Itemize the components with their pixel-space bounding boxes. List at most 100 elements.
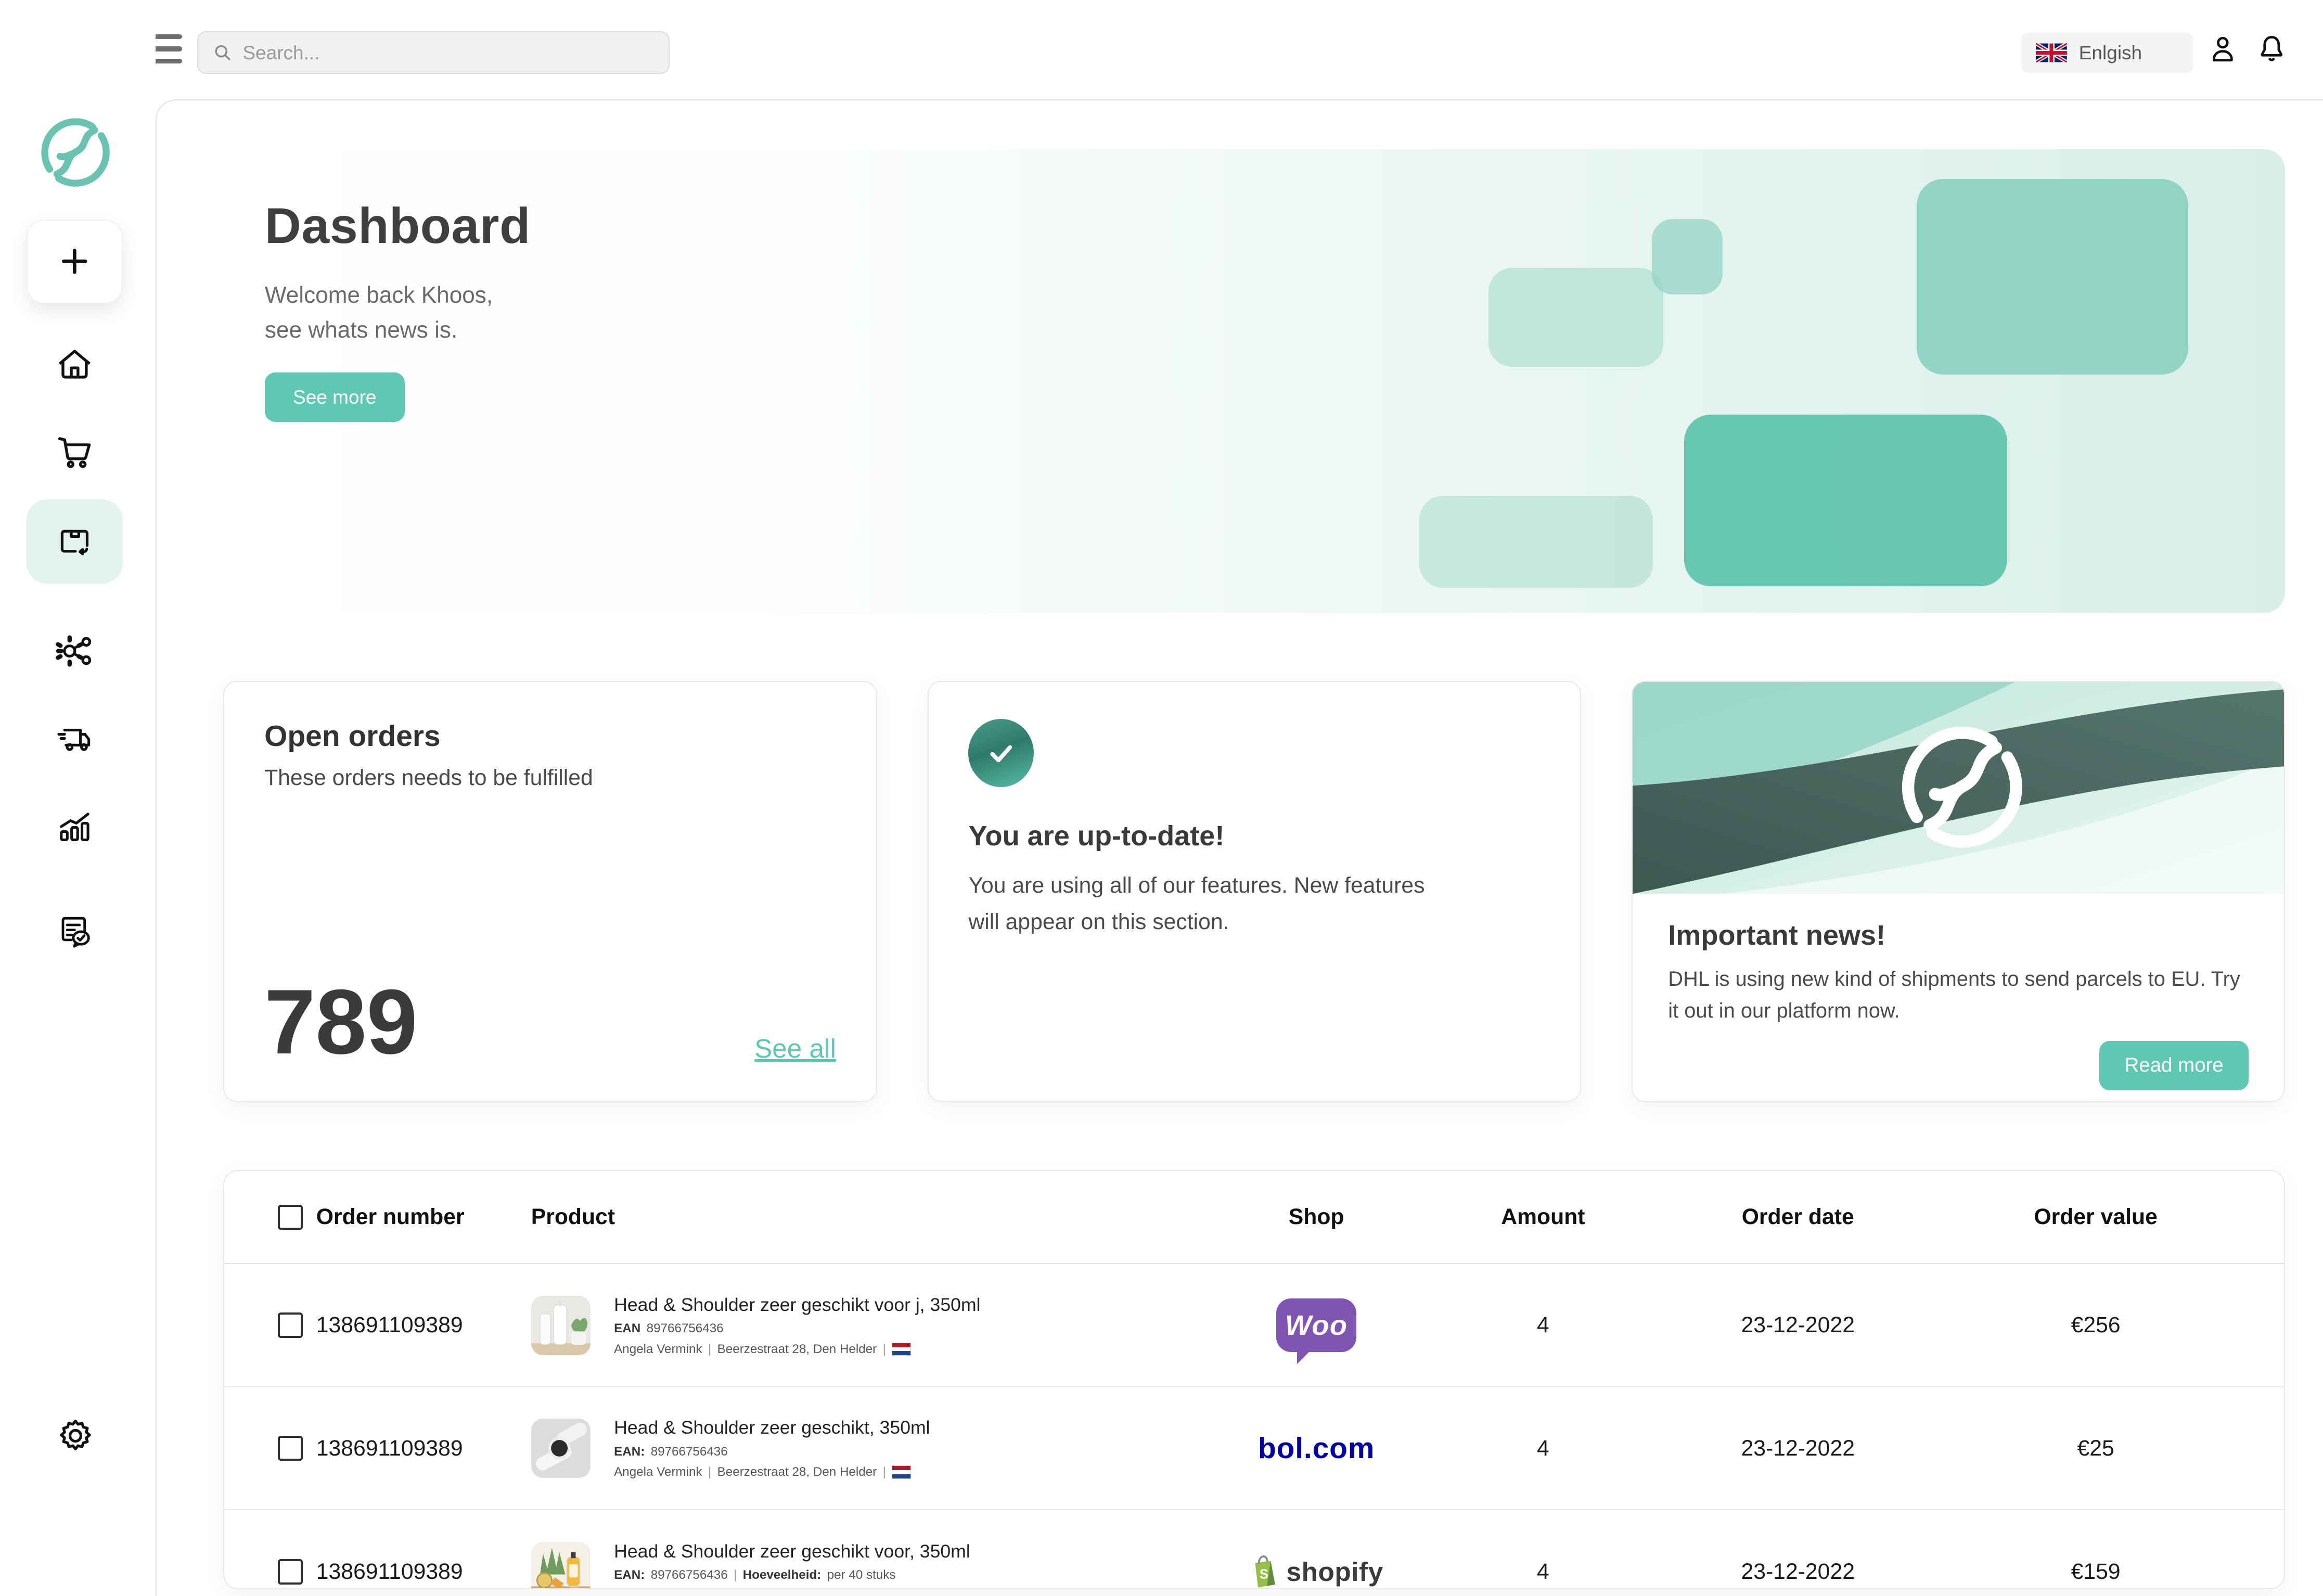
table-row[interactable]: 138691109389 Head & Shoulder zeer geschi…	[224, 1510, 2284, 1589]
package-return-icon	[55, 521, 95, 561]
product-title: Head & Shoulder zeer geschikt voor, 350m…	[614, 1541, 970, 1562]
summary-cards: Open orders These orders needs to be ful…	[223, 681, 2285, 1102]
customer-address: Beerzestraat 28, Den Helder	[717, 1342, 877, 1357]
cart-icon	[55, 433, 95, 473]
welcome-text-line1: Welcome back Khoos,	[265, 278, 2286, 313]
select-all-checkbox[interactable]	[278, 1205, 303, 1230]
see-all-link[interactable]: See all	[754, 1033, 836, 1064]
customer-name: Angela Vermink	[614, 1588, 702, 1589]
order-date: 23-12-2022	[1741, 1312, 1855, 1338]
brand-logo-icon[interactable]	[37, 114, 114, 191]
sidebar-item-reviews[interactable]	[27, 891, 123, 975]
nl-flag-icon	[892, 1343, 911, 1356]
customer-address: Beerzestraat 28, Den Helder	[717, 1465, 877, 1479]
shop-logo-woocommerce: Woo	[1198, 1298, 1435, 1352]
ean-value: 89766756436	[651, 1568, 728, 1582]
home-icon	[55, 345, 95, 385]
shopify-bag-icon: S	[1249, 1555, 1279, 1589]
settings-button[interactable]	[56, 1417, 95, 1455]
order-date: 23-12-2022	[1741, 1559, 1855, 1585]
ean-label: EAN:	[614, 1445, 645, 1459]
up-to-date-card: You are up-to-date! You are using all of…	[928, 681, 1582, 1102]
customer-address: Beerzestraat 28, Den Helder	[717, 1588, 877, 1589]
open-orders-title: Open orders	[264, 719, 836, 753]
quantity-value: per 40 stuks	[827, 1568, 896, 1582]
news-body: DHL is using new kind of shipments to se…	[1668, 963, 2249, 1028]
bar-chart-icon	[55, 807, 95, 847]
shop-logo-shopify: S shopify	[1198, 1555, 1435, 1589]
sidebar	[0, 0, 156, 1595]
hero-banner: Dashboard Welcome back Khoos, see whats …	[223, 149, 2285, 613]
notifications-button[interactable]	[2255, 33, 2288, 66]
gear-connections-icon	[55, 631, 95, 671]
product-thumbnail	[531, 1542, 591, 1589]
main-content: Dashboard Welcome back Khoos, see whats …	[156, 99, 2323, 1596]
col-header-shop: Shop	[1289, 1204, 1344, 1230]
read-more-button[interactable]: Read more	[2099, 1041, 2249, 1090]
nl-flag-icon	[892, 1465, 911, 1479]
topbar: Enlgish	[0, 0, 2323, 99]
customer-name: Angela Vermink	[614, 1342, 702, 1357]
row-checkbox[interactable]	[278, 1436, 303, 1461]
news-banner-image	[1633, 682, 2285, 894]
product-thumbnail	[531, 1419, 591, 1478]
row-checkbox[interactable]	[278, 1559, 303, 1584]
product-title: Head & Shoulder zeer geschikt, 350ml	[614, 1417, 930, 1438]
col-header-order-date: Order date	[1742, 1204, 1854, 1230]
order-value: €256	[2071, 1312, 2159, 1338]
product-thumbnail	[531, 1296, 591, 1355]
order-amount: 4	[1537, 1312, 1549, 1338]
see-more-button[interactable]: See more	[265, 372, 405, 421]
quantity-label: Hoeveelheid:	[743, 1568, 822, 1582]
hero-decor-shape	[1684, 415, 2007, 586]
col-header-order-value: Order value	[2034, 1204, 2196, 1230]
order-value: €159	[2071, 1559, 2159, 1585]
search-input[interactable]	[242, 42, 653, 64]
table-row[interactable]: 138691109389 Head & Shoulder zeer geschi…	[224, 1264, 2284, 1387]
open-orders-subtitle: These orders needs to be fulfilled	[264, 765, 836, 791]
ean-label: EAN	[614, 1321, 640, 1336]
order-amount: 4	[1537, 1559, 1549, 1585]
table-row[interactable]: 138691109389 Head & Shoulder zeer geschi…	[224, 1387, 2284, 1510]
uk-flag-icon	[2036, 43, 2067, 62]
language-label: Enlgish	[2079, 42, 2142, 64]
plus-icon	[58, 245, 91, 278]
welcome-text-line2: see whats news is.	[265, 313, 2286, 347]
ean-label: EAN:	[614, 1568, 645, 1582]
language-selector[interactable]: Enlgish	[2021, 33, 2193, 73]
person-icon	[2206, 33, 2239, 66]
sidebar-item-home[interactable]	[27, 323, 123, 407]
col-header-amount: Amount	[1501, 1204, 1585, 1230]
row-checkbox[interactable]	[278, 1312, 303, 1337]
hero-decor-shape	[1419, 496, 1653, 588]
order-amount: 4	[1537, 1436, 1549, 1461]
sidebar-item-shipping[interactable]	[27, 697, 123, 781]
account-button[interactable]	[2206, 33, 2239, 66]
page-title: Dashboard	[265, 197, 2286, 255]
sidebar-item-orders[interactable]	[27, 410, 123, 495]
up-to-date-title: You are up-to-date!	[968, 820, 1540, 852]
news-card: Important news! DHL is using new kind of…	[1632, 681, 2286, 1102]
col-header-product: Product	[509, 1204, 1198, 1230]
order-number: 138691109389	[316, 1436, 509, 1461]
product-title: Head & Shoulder zeer geschikt voor j, 35…	[614, 1294, 980, 1316]
bell-icon	[2255, 33, 2288, 66]
check-badge-icon	[968, 719, 1033, 787]
order-date: 23-12-2022	[1741, 1436, 1855, 1461]
svg-text:S: S	[1260, 1567, 1268, 1581]
open-orders-card: Open orders These orders needs to be ful…	[223, 681, 877, 1102]
customer-name: Angela Vermink	[614, 1465, 702, 1479]
sidebar-item-products-active[interactable]	[27, 499, 123, 584]
news-title: Important news!	[1668, 919, 2249, 951]
sidebar-item-analytics[interactable]	[27, 785, 123, 869]
orders-table: Order number Product Shop Amount Order d…	[223, 1170, 2285, 1589]
sidebar-item-integrations[interactable]	[27, 609, 123, 693]
ean-value: 89766756436	[651, 1445, 728, 1459]
search-box[interactable]	[197, 31, 670, 74]
add-button[interactable]	[27, 220, 123, 304]
up-to-date-body: You are using all of our features. New f…	[968, 867, 1457, 941]
open-orders-count: 789	[264, 981, 418, 1064]
order-number: 138691109389	[316, 1559, 509, 1585]
search-icon	[213, 42, 232, 63]
table-header-row: Order number Product Shop Amount Order d…	[224, 1171, 2284, 1264]
